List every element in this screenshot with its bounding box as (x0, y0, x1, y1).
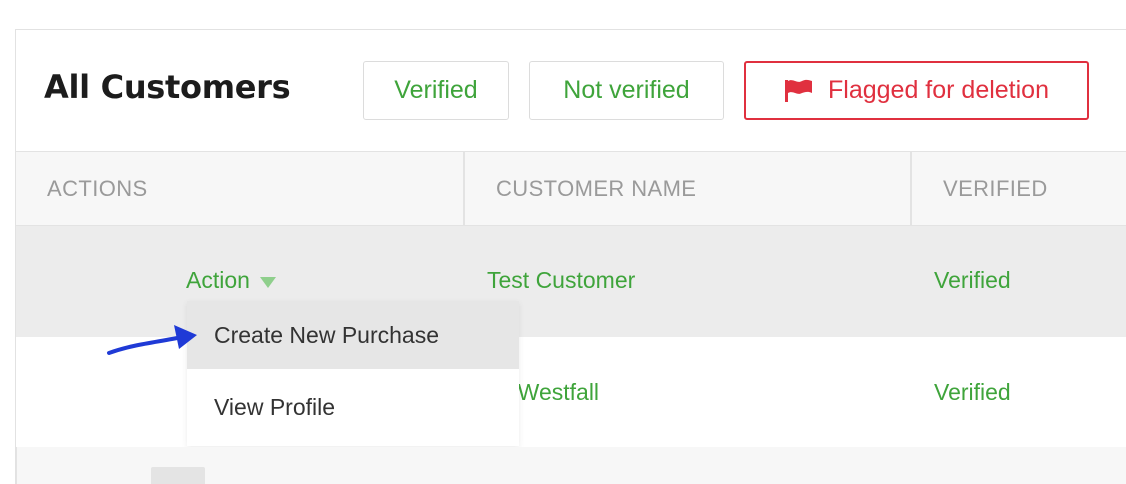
column-divider (463, 152, 465, 225)
filter-verified-button[interactable]: Verified (363, 61, 509, 120)
annotation-arrow-icon (107, 325, 197, 355)
action-dropdown-menu: Create New Purchase View Profile (187, 301, 519, 446)
pagination-control[interactable] (151, 467, 205, 484)
filter-not-verified-label: Not verified (563, 76, 690, 104)
column-header-verified[interactable]: VERIFIED (943, 152, 1048, 225)
column-header-actions[interactable]: ACTIONS (47, 152, 148, 225)
menu-item-view-profile[interactable]: View Profile (187, 369, 519, 446)
table-header: ACTIONS CUSTOMER NAME VERIFIED (16, 151, 1126, 226)
page-title: All Customers (44, 68, 291, 106)
verified-status: Verified (934, 379, 1011, 405)
flag-icon (784, 79, 814, 103)
filter-flagged-label: Flagged for deletion (828, 76, 1049, 104)
action-dropdown-toggle[interactable]: Action (186, 265, 276, 295)
menu-item-create-new-purchase[interactable]: Create New Purchase (187, 301, 519, 369)
column-header-customer-name[interactable]: CUSTOMER NAME (496, 152, 696, 225)
filter-flagged-button[interactable]: Flagged for deletion (744, 61, 1089, 120)
verified-status: Verified (934, 266, 1011, 293)
column-divider (910, 152, 912, 225)
action-toggle-label: Action (186, 266, 250, 293)
filter-verified-label: Verified (394, 76, 478, 104)
filter-not-verified-button[interactable]: Not verified (529, 61, 724, 120)
caret-down-icon (259, 276, 276, 288)
